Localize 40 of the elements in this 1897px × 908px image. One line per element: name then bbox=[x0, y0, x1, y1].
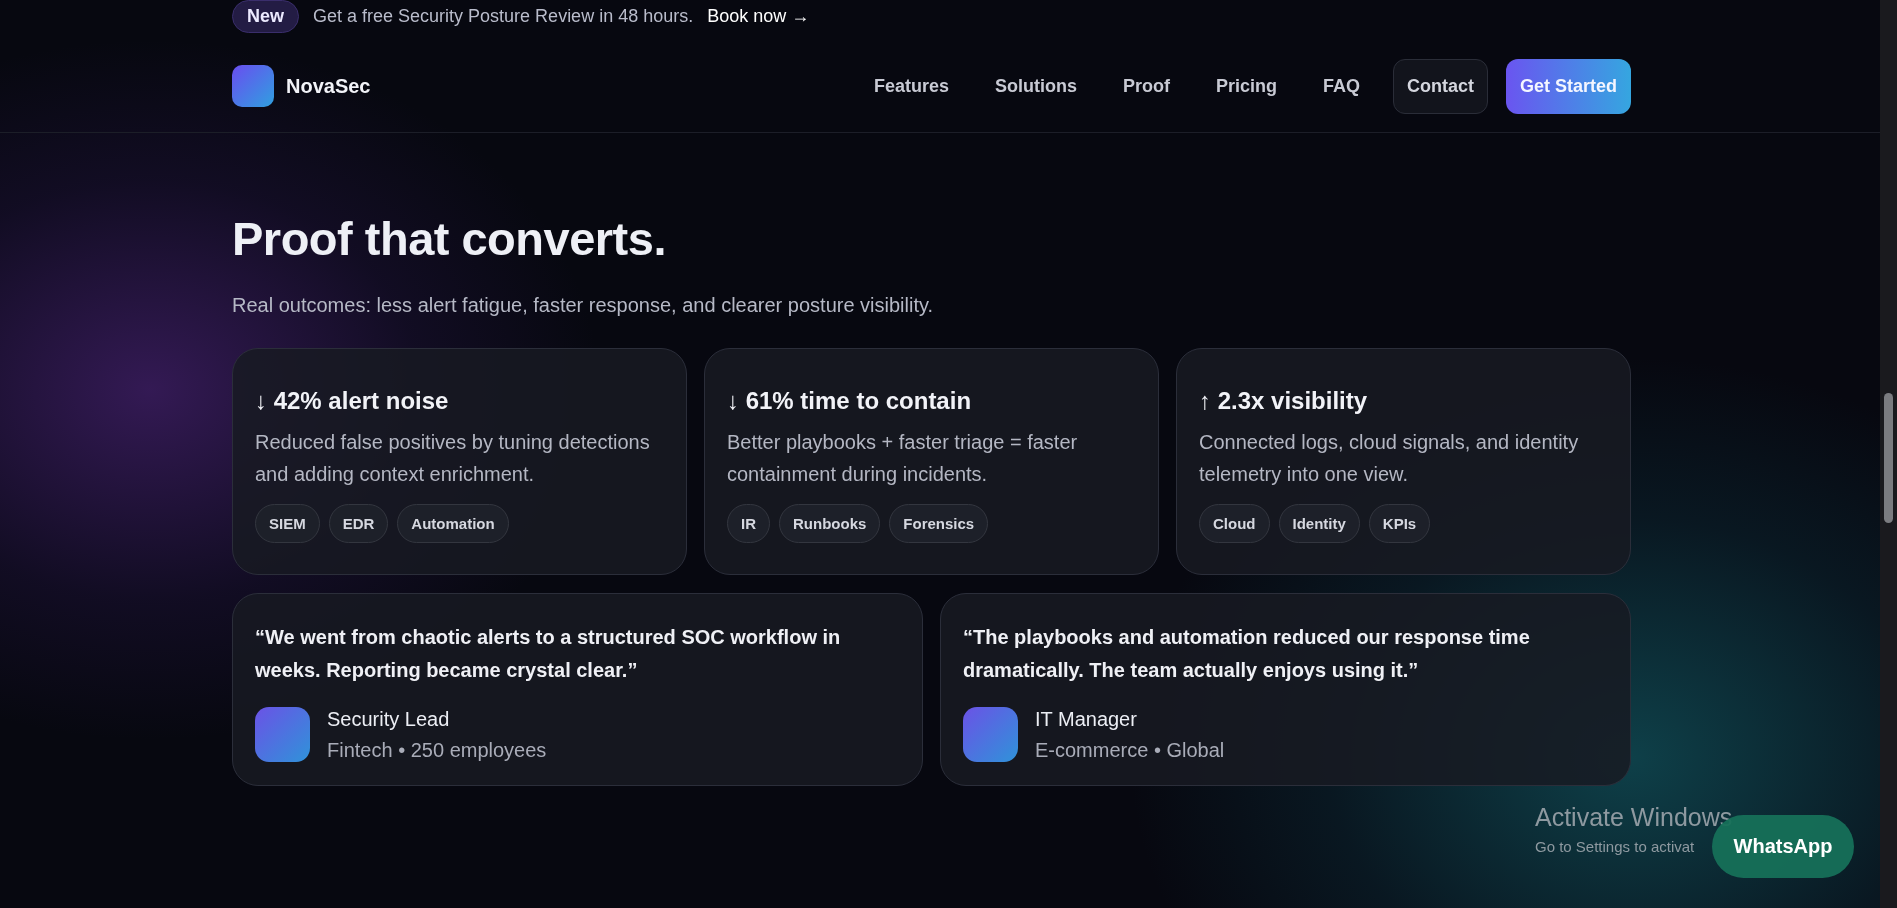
logo-icon[interactable] bbox=[232, 65, 274, 107]
metric-description: Better playbooks + faster triage = faster containment during incidents. bbox=[727, 430, 1079, 487]
tag: Cloud bbox=[1199, 504, 1270, 543]
nav-link[interactable]: Features bbox=[852, 58, 970, 114]
metric-title: ↓ 61% time to contain bbox=[727, 387, 973, 415]
testimonial-quote: “We went from chaotic alerts to a structured SOC workflow in weeks. Reporting became crystal clear.” bbox=[255, 625, 842, 683]
testimonial-quote: “The playbooks and automation reduced our response time dramatically. The team actually enjoys using it.” bbox=[963, 625, 1531, 683]
section-subtitle: Real outcomes: less alert fatigue, faster response, and clearer posture visibility. bbox=[232, 294, 935, 317]
tag: IR bbox=[727, 504, 770, 543]
metric-title: ↑ 2.3x visibility bbox=[1199, 387, 1369, 415]
nav-link[interactable]: Solutions bbox=[973, 58, 1098, 114]
avatar bbox=[255, 707, 310, 762]
author-role: IT Manager bbox=[1035, 707, 1138, 731]
tag: Automation bbox=[397, 504, 509, 543]
author-meta: E-commerce • Global bbox=[1035, 738, 1225, 762]
author-role: Security Lead bbox=[327, 707, 451, 731]
avatar bbox=[963, 707, 1018, 762]
nav-link[interactable]: FAQ bbox=[1301, 58, 1381, 114]
metric-description: Reduced false positives by tuning detections and adding context enrichment. bbox=[255, 430, 650, 487]
brand-name[interactable]: NovaSec bbox=[286, 74, 371, 98]
author-meta: Fintech • 250 employees bbox=[327, 738, 547, 762]
scrollbar-thumb[interactable] bbox=[1884, 393, 1893, 523]
tag: EDR bbox=[328, 504, 389, 543]
book-now-link[interactable]: Book now → bbox=[707, 5, 810, 27]
new-badge: New bbox=[232, 0, 299, 33]
tag: Runbooks bbox=[779, 504, 881, 543]
metric-title: ↓ 42% alert noise bbox=[255, 387, 450, 415]
activation-text: Go to Settings to activat bbox=[1535, 838, 1696, 855]
section-title: Proof that converts. bbox=[232, 211, 667, 266]
scrollbar[interactable] bbox=[1880, 0, 1897, 908]
announcement-text: Get a free Security Posture Review in 48 hours. bbox=[313, 5, 694, 27]
metric-description: Connected logs, cloud signals, and identity telemetry into one view. bbox=[1199, 430, 1580, 487]
tag: Identity bbox=[1278, 504, 1360, 543]
tag: SIEM bbox=[255, 504, 320, 543]
nav-button[interactable]: Contact bbox=[1392, 58, 1488, 114]
nav-link[interactable]: Pricing bbox=[1194, 58, 1298, 114]
tag: KPIs bbox=[1368, 504, 1431, 543]
nav-button[interactable]: Get Started bbox=[1505, 58, 1631, 114]
nav-link[interactable]: Proof bbox=[1101, 58, 1191, 114]
tag: Forensics bbox=[889, 504, 989, 543]
